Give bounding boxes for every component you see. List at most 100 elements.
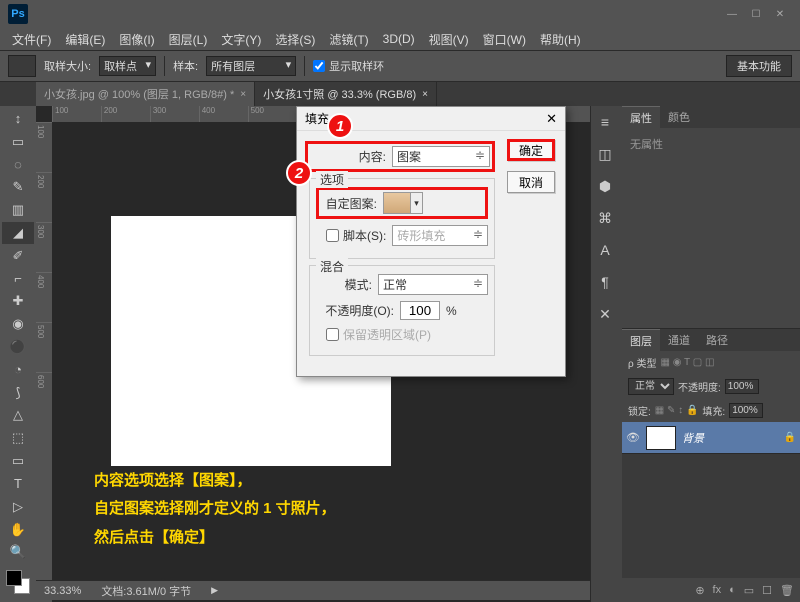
healing-brush-tool[interactable]: ✐ [2,245,34,267]
close-icon[interactable]: × [422,89,428,100]
adjustments-panel-icon[interactable]: ⌘ [593,206,617,230]
menu-image[interactable]: 图像(I) [113,29,160,50]
mode-label: 模式: [316,276,378,293]
delete-layer-icon[interactable]: 🗑 [780,584,794,597]
ruler-vertical: 100200300400500600 [36,122,52,602]
hand-tool[interactable]: ✋ [2,519,34,541]
lasso-tool[interactable]: ◌ [2,154,34,176]
layer-name[interactable]: 背景 [682,430,778,446]
blend-mode-select[interactable]: 正常 [628,378,674,395]
document-tab[interactable]: 小女孩1寸照 @ 33.3% (RGB/8)× [255,82,437,106]
menu-window[interactable]: 窗口(W) [477,29,532,50]
script-label: 脚本(S): [343,227,386,244]
zoom-level[interactable]: 33.33% [44,585,81,597]
menu-layer[interactable]: 图层(L) [163,29,214,50]
eraser-tool[interactable]: ⚫ [2,336,34,358]
brush-tool[interactable]: ⌐ [2,268,34,290]
menu-3d[interactable]: 3D(D) [377,30,421,48]
ok-button[interactable]: 确定 [507,139,555,161]
pattern-thumbnail[interactable] [383,192,411,214]
magic-wand-tool[interactable]: ✎ [2,176,34,198]
gradient-tool[interactable]: ◔ [2,359,34,381]
dodge-tool[interactable]: △ [2,405,34,427]
layer-row[interactable]: 👁 背景 🔒 [622,422,800,454]
swatches-panel-icon[interactable]: ◫ [593,142,617,166]
crop-tool[interactable]: ▥ [2,199,34,221]
fill-input[interactable] [729,403,763,418]
window-maximize-button[interactable]: ☐ [744,6,768,22]
menu-select[interactable]: 选择(S) [269,29,321,50]
tool-preset-icon[interactable] [8,55,36,77]
tab-channels[interactable]: 通道 [660,329,698,351]
cancel-button[interactable]: 取消 [507,171,555,193]
foreground-color[interactable] [6,570,22,586]
preserve-transparency-checkbox[interactable] [326,328,339,341]
content-select[interactable]: 图案 [392,146,490,167]
history-panel-icon[interactable]: ≡ [593,110,617,134]
pattern-dropdown-button[interactable]: ▾ [411,192,423,214]
clone-stamp-tool[interactable]: ✚ [2,291,34,313]
window-minimize-button[interactable]: — [720,6,744,22]
eyedropper-tool[interactable]: ◢ [2,222,34,244]
new-layer-icon[interactable]: ☐ [762,584,772,597]
opacity-input[interactable] [400,301,440,320]
workspace-switcher[interactable]: 基本功能 [726,55,792,77]
menu-help[interactable]: 帮助(H) [534,29,587,50]
document-tab[interactable]: 小女孩.jpg @ 100% (图层 1, RGB/8#) *× [36,82,255,106]
options-bar: 取样大小: 取样点 样本: 所有图层 显示取样环 基本功能 [0,50,800,82]
type-tool[interactable]: ▭ [2,450,34,472]
tab-layers[interactable]: 图层 [622,329,660,351]
opacity-input[interactable] [725,379,759,394]
document-info[interactable]: 文档:3.61M/0 字节 [101,583,191,599]
menu-view[interactable]: 视图(V) [423,29,475,50]
close-panel-icon[interactable]: ✕ [593,302,617,326]
paragraph-panel-icon[interactable]: ¶ [593,270,617,294]
statusbar: 33.33% 文档:3.61M/0 字节 ▶ [36,580,590,600]
window-close-button[interactable]: ✕ [768,6,792,22]
properties-body: 无属性 [622,128,800,328]
annotation-badge-1: 1 [327,113,353,139]
close-icon[interactable]: × [240,89,246,100]
new-group-icon[interactable]: ▭ [744,584,754,597]
sample-size-select[interactable]: 取样点 [99,56,156,76]
opacity-label: 不透明度: [678,379,721,394]
color-swatches[interactable] [2,568,34,600]
blur-tool[interactable]: ⟆ [2,382,34,404]
lock-icons[interactable]: ▦ ✎ ↕ 🔒 [655,405,699,416]
layer-thumbnail[interactable] [646,426,676,450]
styles-panel-icon[interactable]: ⬢ [593,174,617,198]
character-panel-icon[interactable]: A [593,238,617,262]
mode-select[interactable]: 正常 [378,274,488,295]
tab-paths[interactable]: 路径 [698,329,736,351]
link-layers-icon[interactable]: ⊕ [695,584,704,597]
menu-file[interactable]: 文件(F) [6,29,57,50]
layer-filter-icons[interactable]: ▦ ◉ T ▢ ◫ [660,357,714,368]
collapsed-panel-strip: ≡ ◫ ⬢ ⌘ A ¶ ✕ [590,106,622,602]
script-select: 砖形填充 [392,225,488,246]
tab-properties[interactable]: 属性 [622,106,660,128]
pen-tool[interactable]: ⬚ [2,427,34,449]
dialog-close-button[interactable]: ✕ [546,111,557,127]
marquee-tool[interactable]: ▭ [2,131,34,153]
tab-color[interactable]: 颜色 [660,106,698,128]
layer-footer: ⊕ fx ◐ ▭ ☐ 🗑 [622,578,800,602]
sample-label: 样本: [173,58,198,74]
layer-filter-label: ρ 类型 [628,355,656,370]
history-brush-tool[interactable]: ◉ [2,313,34,335]
shape-tool[interactable]: ▷ [2,496,34,518]
show-sample-ring-checkbox[interactable]: 显示取样环 [313,58,384,74]
visibility-icon[interactable]: 👁 [626,431,640,444]
ps-logo: Ps [8,4,28,24]
annotation-badge-2: 2 [286,160,312,186]
path-tool[interactable]: T [2,473,34,495]
move-tool[interactable]: ↕ [2,108,34,130]
menu-filter[interactable]: 滤镜(T) [323,29,374,50]
mask-icon[interactable]: ◐ [729,584,736,596]
zoom-tool[interactable]: 🔍 [2,541,34,563]
fx-icon[interactable]: fx [713,584,722,596]
sample-select[interactable]: 所有图层 [206,56,296,76]
menu-edit[interactable]: 编辑(E) [59,29,111,50]
menu-type[interactable]: 文字(Y) [215,29,267,50]
opacity-label: 不透明度(O): [316,302,400,319]
script-checkbox[interactable] [326,229,339,242]
